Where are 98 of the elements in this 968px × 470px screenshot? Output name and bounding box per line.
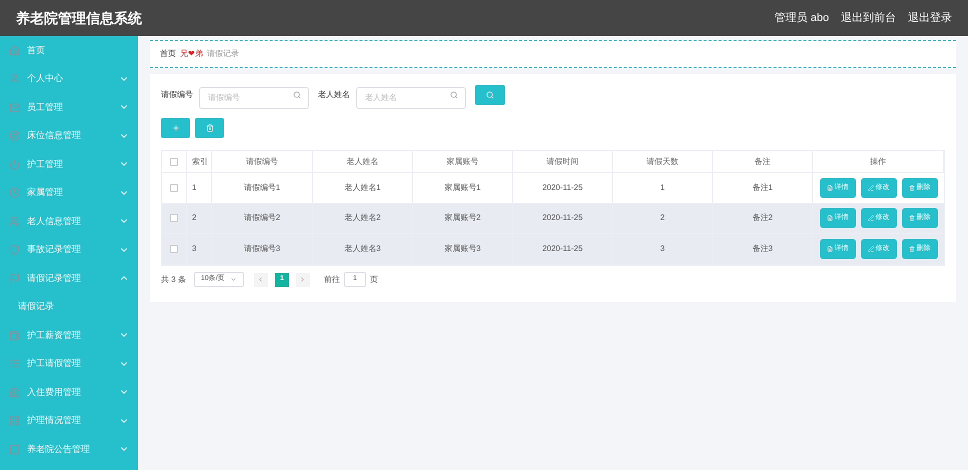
table-cell: 请假编号2 (244, 212, 280, 224)
sidebar-item[interactable]: 护工请假管理 (0, 350, 138, 378)
sidebar-item[interactable]: 个人中心 (0, 64, 138, 93)
flag-icon (9, 272, 20, 284)
search-button[interactable] (475, 85, 505, 105)
column-header: 老人姓名 (313, 151, 413, 172)
search-field[interactable]: 请假编号 (199, 86, 309, 108)
breadcrumb-home[interactable]: 首页 (160, 48, 176, 60)
sidebar-item[interactable]: 护工薪资管理 (0, 321, 138, 350)
table-cell: 家属账号3 (444, 242, 481, 255)
table-cell: 请假编号1 (244, 182, 280, 194)
sidebar-item[interactable]: 床位信息管理 (0, 122, 138, 150)
column-header: 家属账号 (413, 151, 513, 172)
column-header: 请假时间 (513, 151, 613, 172)
document-icon (826, 215, 832, 222)
sidebar-item[interactable]: 事故记录管理 (0, 236, 138, 264)
sidebar-item[interactable]: 家属管理 (0, 178, 138, 207)
edit-icon (868, 215, 874, 222)
person-icon (9, 73, 20, 84)
field-label: 请假编号 (161, 89, 193, 101)
table-cell: 老人姓名2 (344, 212, 381, 224)
header-link[interactable]: 退出到前台 (841, 10, 896, 26)
trash-icon (206, 124, 214, 132)
table-cell: 1 (192, 182, 196, 194)
breadcrumb-current: 请假记录 (207, 48, 239, 60)
app-title: 养老院管理信息系统 (16, 8, 142, 28)
chevron-right-icon (299, 276, 306, 283)
table-cell: 3 (660, 242, 665, 255)
shield-icon (9, 244, 20, 256)
column-header: 请假天数 (613, 151, 713, 172)
table-cell: 备注1 (752, 182, 773, 194)
grid-icon (9, 415, 20, 426)
edit-icon (868, 184, 874, 191)
table-cell: 2020-11-25 (542, 182, 583, 194)
home-icon (9, 44, 20, 56)
column-header: 索引 (187, 151, 212, 172)
building-icon (9, 386, 20, 398)
table-cell: 家属账号2 (444, 212, 481, 224)
total-count: 共 3 条 (161, 274, 186, 286)
next-page-button[interactable] (296, 272, 310, 286)
compass-icon (9, 130, 20, 142)
sidebar-item[interactable]: 员工管理 (0, 93, 138, 122)
table-cell: 备注3 (752, 242, 773, 255)
plus-icon (172, 124, 180, 132)
chevron-left-icon (257, 276, 264, 283)
sidebar-item[interactable]: 首页 (0, 36, 138, 64)
table-cell: 1 (660, 182, 665, 194)
sidebar-item[interactable]: 请假记录管理 (0, 264, 138, 292)
document-icon (826, 184, 832, 191)
table-cell: 2020-11-25 (542, 242, 583, 255)
prev-page-button[interactable] (254, 272, 268, 286)
sidebar-item[interactable]: 护工管理 (0, 150, 138, 178)
breadcrumb-separator: 兄❤弟 (180, 48, 203, 60)
mail-icon (9, 102, 20, 113)
clock-icon (9, 187, 20, 198)
row-checkbox[interactable] (170, 184, 178, 192)
trash-icon (908, 215, 914, 222)
table-cell: 2 (660, 212, 665, 224)
list-icon (9, 358, 20, 370)
search-field[interactable]: 老人姓名 (356, 86, 466, 108)
header-link[interactable]: 退出登录 (908, 10, 952, 26)
wallet-icon (9, 330, 20, 341)
column-header: 请假编号 (212, 151, 313, 172)
column-header: 备注 (713, 151, 813, 172)
table-cell: 2 (192, 212, 196, 224)
table-cell: 老人姓名1 (344, 182, 381, 194)
table-cell: 备注2 (752, 212, 773, 224)
sidebar-item[interactable]: 护理情况管理 (0, 406, 138, 435)
header-link[interactable]: 管理员 abo (774, 10, 829, 26)
goto-suffix: 页 (370, 274, 378, 286)
table-cell: 家属账号1 (444, 182, 481, 194)
sidebar-subitem[interactable]: 请假记录 (0, 292, 138, 321)
power-icon (9, 158, 20, 170)
chevron-down-icon (230, 276, 237, 283)
sidebar-item[interactable]: 入住费用管理 (0, 378, 138, 406)
edit-icon (868, 246, 874, 252)
add-button[interactable] (161, 118, 190, 138)
sidebar-item[interactable]: 养老院公告管理 (0, 435, 138, 464)
document-icon (826, 246, 832, 252)
select-all-checkbox[interactable] (170, 158, 178, 166)
table-cell: 请假编号3 (244, 242, 280, 255)
search-icon (293, 91, 301, 99)
goto-label: 前往 (324, 274, 340, 286)
table-cell: 3 (192, 242, 196, 255)
square-icon (9, 444, 20, 455)
sidebar-item[interactable]: 老人信息管理 (0, 207, 138, 236)
row-checkbox[interactable] (170, 214, 178, 222)
field-label: 老人姓名 (318, 89, 350, 101)
trash-icon (908, 184, 914, 191)
search-icon (486, 91, 494, 99)
row-checkbox[interactable] (170, 244, 178, 253)
column-header: 操作 (813, 151, 944, 172)
table-cell: 老人姓名3 (344, 242, 381, 255)
people-icon (9, 216, 20, 227)
search-icon (450, 91, 458, 99)
delete-button[interactable] (195, 118, 224, 138)
table-cell: 2020-11-25 (542, 212, 583, 224)
trash-icon (908, 246, 914, 252)
